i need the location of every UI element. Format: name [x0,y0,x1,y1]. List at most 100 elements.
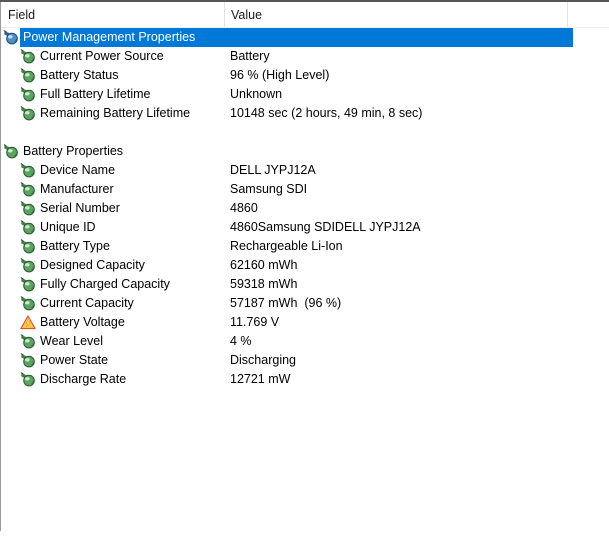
value-cell: Unknown [225,85,573,104]
property-icon [20,182,36,197]
column-header-field[interactable]: Field [1,2,225,27]
value-label: Samsung SDI [230,182,308,196]
field-cell: Manufacturer [0,180,225,199]
field-label: Battery Status [40,68,119,82]
battery-section-icon [3,144,19,159]
value-cell: Discharging [225,351,573,370]
value-label: 4860Samsung SDIDELL JYPJ12A [230,220,421,234]
field-cell: Current Capacity [0,294,225,313]
field-label: Device Name [40,163,116,177]
property-row[interactable]: Manufacturer Samsung SDI [0,180,609,199]
property-row[interactable]: Fully Charged Capacity 59318 mWh [0,275,609,294]
power-section-icon [3,30,19,45]
field-cell: Full Battery Lifetime [0,85,225,104]
warning-icon [20,315,36,330]
value-label: 62160 mWh [230,258,298,272]
value-cell: 11.769 V [225,313,573,332]
property-row[interactable]: Battery Voltage 11.769 V [0,313,609,332]
property-row[interactable]: Current Power Source Battery [0,47,609,66]
column-header-field-label: Field [8,7,36,22]
section-row[interactable]: Power Management Properties [0,28,609,47]
field-label: Battery Voltage [40,315,125,329]
property-row[interactable]: Designed Capacity 62160 mWh [0,256,609,275]
property-icon [20,277,36,292]
property-icon [20,106,36,121]
property-row[interactable]: Current Capacity 57187 mWh (96 %) [0,294,609,313]
field-cell: Discharge Rate [0,370,225,389]
value-cell: Samsung SDI [225,180,573,199]
field-label: Current Capacity [40,296,134,310]
value-label: 59318 mWh [230,277,298,291]
value-label: 96 % (High Level) [230,68,330,82]
value-label: Battery [230,49,270,63]
property-icon [20,201,36,216]
value-cell: 57187 mWh (96 %) [225,294,573,313]
column-header-value[interactable]: Value [225,2,568,27]
field-cell: Battery Properties [0,142,225,161]
property-icon [20,239,36,254]
field-cell: Fully Charged Capacity [0,275,225,294]
value-cell: 4860 [225,199,573,218]
field-label: Current Power Source [40,49,164,63]
field-label: Power State [40,353,109,367]
value-label: 11.769 V [230,315,280,329]
value-cell: 12721 mW [225,370,573,389]
field-cell: Device Name [0,161,225,180]
field-cell: Power Management Properties [0,28,225,47]
property-icon [20,334,36,349]
field-cell: Battery Type [0,237,225,256]
property-row[interactable]: Wear Level 4 % [0,332,609,351]
property-row[interactable]: Discharge Rate 12721 mW [0,370,609,389]
field-cell: Wear Level [0,332,225,351]
value-label: Rechargeable Li-Ion [230,239,343,253]
value-cell: Battery [225,47,573,66]
value-cell: 62160 mWh [225,256,573,275]
property-row[interactable]: Unique ID 4860Samsung SDIDELL JYPJ12A [0,218,609,237]
property-row[interactable]: Power State Discharging [0,351,609,370]
property-row[interactable]: Battery Status 96 % (High Level) [0,66,609,85]
value-cell: 96 % (High Level) [225,66,573,85]
field-cell: Unique ID [0,218,225,237]
field-cell: Current Power Source [0,47,225,66]
value-label: DELL JYPJ12A [230,163,316,177]
properties-list: Power Management Properties Current Power… [0,28,609,389]
property-icon [20,68,36,83]
property-icon [20,163,36,178]
column-header-value-label: Value [231,7,263,22]
value-label: 4860 [230,201,258,215]
field-cell: Designed Capacity [0,256,225,275]
property-icon [20,49,36,64]
field-label: Designed Capacity [40,258,145,272]
value-label: 4 % [230,334,252,348]
field-label: Battery Properties [23,144,124,158]
value-label: 10148 sec (2 hours, 49 min, 8 sec) [230,106,423,120]
field-label: Fully Charged Capacity [40,277,170,291]
field-cell: Remaining Battery Lifetime [0,104,225,123]
property-row[interactable]: Serial Number 4860 [0,199,609,218]
section-row[interactable]: Battery Properties [0,142,609,161]
field-cell: Battery Status [0,66,225,85]
list-header: Field Value [1,2,609,28]
field-label: Full Battery Lifetime [40,87,151,101]
property-icon [20,258,36,273]
field-cell: Serial Number [0,199,225,218]
field-label: Power Management Properties [23,30,196,44]
value-cell: DELL JYPJ12A [225,161,573,180]
spacer-row [0,123,609,142]
value-label: Discharging [230,353,297,367]
property-icon [20,87,36,102]
battery-info-window: Field Value Power Management Properties C… [0,0,609,539]
value-cell: 4860Samsung SDIDELL JYPJ12A [225,218,573,237]
field-label: Remaining Battery Lifetime [40,106,191,120]
value-cell [225,28,573,47]
field-label: Serial Number [40,201,120,215]
property-icon [20,220,36,235]
value-cell: 59318 mWh [225,275,573,294]
field-cell: Power State [0,351,225,370]
property-row[interactable]: Device Name DELL JYPJ12A [0,161,609,180]
property-row[interactable]: Remaining Battery Lifetime 10148 sec (2 h… [0,104,609,123]
value-cell: 4 % [225,332,573,351]
value-cell: Rechargeable Li-Ion [225,237,573,256]
property-row[interactable]: Battery Type Rechargeable Li-Ion [0,237,609,256]
property-row[interactable]: Full Battery Lifetime Unknown [0,85,609,104]
